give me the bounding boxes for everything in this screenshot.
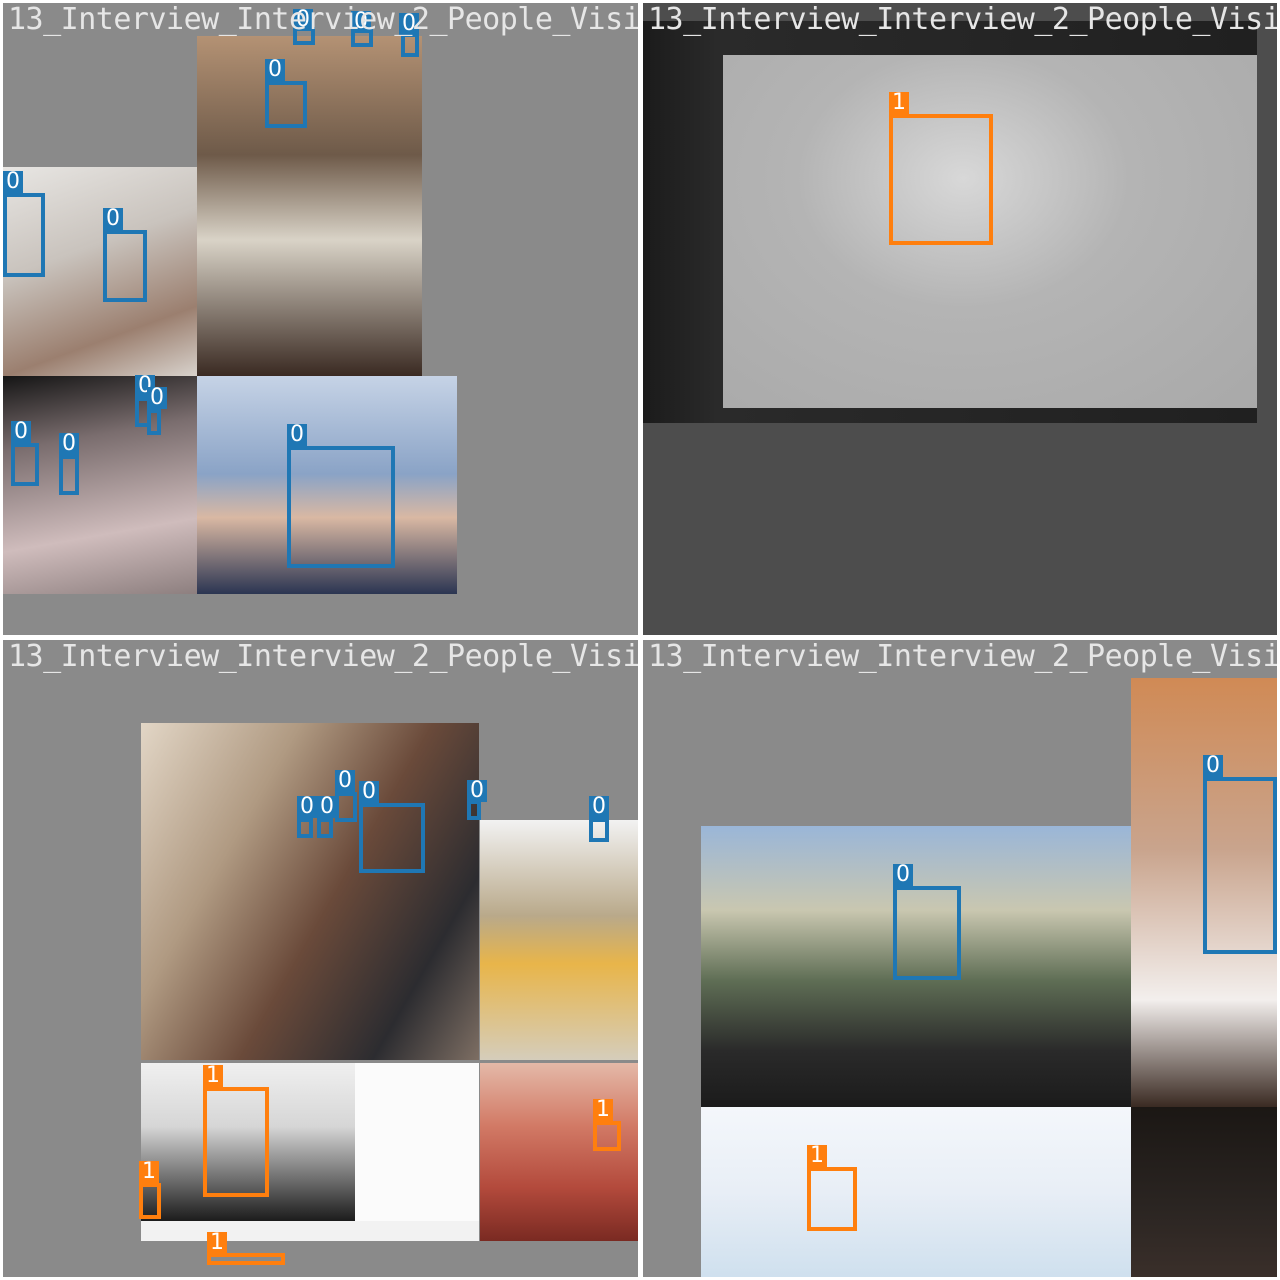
tile-top-left: 13_Interview_Interview_2_People_Visible_…: [3, 3, 638, 635]
face-bbox: [147, 409, 161, 435]
class-label: 0: [287, 424, 307, 446]
class-label: 0: [59, 433, 79, 455]
class-label: 0: [11, 421, 31, 443]
face-bbox: [59, 455, 79, 495]
tile-title: 13_Interview_Interview_2_People_Visible_: [648, 640, 1277, 674]
photo-dark-bottom: [1131, 1107, 1277, 1277]
face-bbox: [3, 193, 45, 277]
photo-santa: [480, 1063, 638, 1241]
tile-title: 13_Interview_Interview_2_People_Visible_: [8, 3, 638, 37]
class-label: 0: [467, 780, 487, 802]
face-bbox: [297, 818, 313, 838]
photo-veteran-interview: [141, 723, 479, 1060]
face-bbox: [467, 800, 481, 820]
class-label: 1: [207, 1232, 227, 1254]
class-label: 0: [335, 770, 355, 792]
face-bbox: [1203, 777, 1277, 954]
face-bbox: [287, 446, 395, 568]
face-bbox: [317, 818, 333, 838]
photo-gym-equipment: [480, 820, 638, 1060]
tile-bottom-left: 13_Interview_Interview_2_People_Visible_…: [3, 640, 638, 1277]
face-bbox: [359, 803, 425, 873]
class-label: 0: [297, 796, 317, 818]
face-bbox: [889, 114, 993, 245]
photo-seated-man: [197, 36, 422, 376]
face-bbox: [139, 1183, 161, 1219]
class-label: 0: [3, 171, 23, 193]
class-label: 0: [103, 208, 123, 230]
class-label: 0: [359, 781, 379, 803]
face-bbox: [203, 1087, 269, 1197]
photo-dental-office: [701, 1107, 1131, 1277]
tile-top-right: 13_Interview_Interview_2_People_Visible_…: [643, 3, 1277, 635]
face-bbox: [589, 818, 609, 842]
class-label: 1: [593, 1099, 613, 1121]
class-label: 0: [589, 796, 609, 818]
class-label: 1: [203, 1065, 223, 1087]
tile-title: 13_Interview_Interview_2_People_Visible_: [8, 640, 638, 674]
class-label: 0: [893, 864, 913, 886]
photo-bottom-strip: [141, 1221, 479, 1241]
class-label: 1: [807, 1145, 827, 1167]
class-label: 1: [139, 1161, 159, 1183]
class-label: 1: [889, 92, 909, 114]
class-label: 0: [147, 387, 167, 409]
face-bbox: [893, 886, 961, 980]
class-label: 0: [1203, 755, 1223, 777]
face-bbox: [593, 1121, 621, 1151]
face-bbox: [265, 81, 307, 128]
photo-white-blank: [355, 1063, 479, 1241]
tile-title: 13_Interview_Interview_2_People_Visible_: [648, 3, 1277, 37]
face-bbox: [11, 443, 39, 486]
class-label: 0: [265, 59, 285, 81]
mosaic-grid: 13_Interview_Interview_2_People_Visible_…: [0, 0, 1280, 1280]
face-bbox: [807, 1167, 857, 1231]
tile-bottom-right: 13_Interview_Interview_2_People_Visible_…: [643, 640, 1277, 1277]
face-bbox: [103, 230, 147, 302]
face-bbox: [335, 792, 357, 822]
class-label: 0: [317, 796, 337, 818]
